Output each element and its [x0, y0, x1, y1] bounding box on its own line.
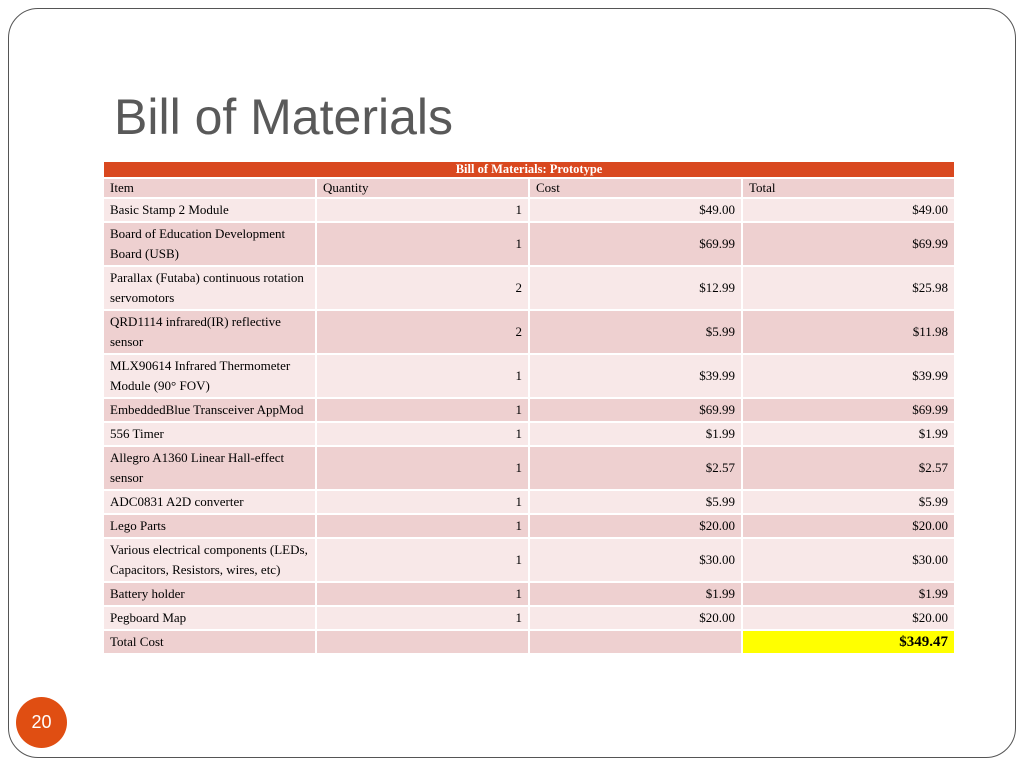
- cell-cost: $20.00: [530, 515, 741, 539]
- cell-total: $39.99: [743, 355, 955, 399]
- table-row: EmbeddedBlue Transceiver AppMod 1 $69.99 $6…: [104, 399, 955, 423]
- empty-cell: [530, 631, 741, 655]
- cell-item: EmbeddedBlue Transceiver AppMod: [104, 399, 315, 423]
- cell-quantity: 1: [317, 491, 528, 515]
- table-caption: Bill of Materials: Prototype: [104, 162, 955, 179]
- page-number: 20: [31, 712, 52, 732]
- table-row: Various electrical components (LEDs, Cap…: [104, 539, 955, 583]
- cell-item: MLX90614 Infrared Thermometer Module (90…: [104, 355, 315, 399]
- cell-quantity: 1: [317, 199, 528, 223]
- cell-total: $1.99: [743, 583, 955, 607]
- table-row: Battery holder 1 $1.99 $1.99: [104, 583, 955, 607]
- cell-total: $25.98: [743, 267, 955, 311]
- cell-cost: $69.99: [530, 223, 741, 267]
- cell-quantity: 1: [317, 355, 528, 399]
- table-row: MLX90614 Infrared Thermometer Module (90…: [104, 355, 955, 399]
- cell-total: $30.00: [743, 539, 955, 583]
- column-header-item: Item: [104, 179, 315, 199]
- cell-cost: $5.99: [530, 311, 741, 355]
- cell-item: Lego Parts: [104, 515, 315, 539]
- table-row: Board of Education Development Board (US…: [104, 223, 955, 267]
- cell-cost: $30.00: [530, 539, 741, 583]
- cell-cost: $2.57: [530, 447, 741, 491]
- page-number-badge: 20: [16, 697, 67, 748]
- table-row: Pegboard Map 1 $20.00 $20.00: [104, 607, 955, 631]
- cell-total: $49.00: [743, 199, 955, 223]
- cell-item: Pegboard Map: [104, 607, 315, 631]
- table-row: Lego Parts 1 $20.00 $20.00: [104, 515, 955, 539]
- cell-quantity: 2: [317, 311, 528, 355]
- cell-cost: $12.99: [530, 267, 741, 311]
- cell-item: Allegro A1360 Linear Hall-effect sensor: [104, 447, 315, 491]
- cell-quantity: 1: [317, 539, 528, 583]
- cell-item: Basic Stamp 2 Module: [104, 199, 315, 223]
- column-header-quantity: Quantity: [317, 179, 528, 199]
- empty-cell: [317, 631, 528, 655]
- total-row: Total Cost $349.47: [104, 631, 955, 655]
- cell-cost: $1.99: [530, 423, 741, 447]
- bom-table: Bill of Materials: Prototype Item Quanti…: [102, 162, 956, 655]
- cell-total: $69.99: [743, 399, 955, 423]
- cell-item: ADC0831 A2D converter: [104, 491, 315, 515]
- cell-quantity: 1: [317, 607, 528, 631]
- column-header-total: Total: [743, 179, 955, 199]
- cell-cost: $20.00: [530, 607, 741, 631]
- cell-cost: $39.99: [530, 355, 741, 399]
- table-row: 556 Timer 1 $1.99 $1.99: [104, 423, 955, 447]
- cell-quantity: 1: [317, 583, 528, 607]
- cell-total: $11.98: [743, 311, 955, 355]
- cell-total: $5.99: [743, 491, 955, 515]
- cell-cost: $1.99: [530, 583, 741, 607]
- cell-item: QRD1114 infrared(IR) reflective sensor: [104, 311, 315, 355]
- table-caption-row: Bill of Materials: Prototype: [104, 162, 955, 179]
- table-header-row: Item Quantity Cost Total: [104, 179, 955, 199]
- cell-total: $69.99: [743, 223, 955, 267]
- cell-item: Parallax (Futaba) continuous rotation se…: [104, 267, 315, 311]
- table-row: QRD1114 infrared(IR) reflective sensor 2 $…: [104, 311, 955, 355]
- cell-total: $20.00: [743, 607, 955, 631]
- cell-quantity: 1: [317, 223, 528, 267]
- cell-cost: $69.99: [530, 399, 741, 423]
- cell-cost: $49.00: [530, 199, 741, 223]
- total-cost-label: Total Cost: [104, 631, 315, 655]
- cell-quantity: 1: [317, 423, 528, 447]
- cell-total: $2.57: [743, 447, 955, 491]
- cell-quantity: 1: [317, 515, 528, 539]
- cell-total: $20.00: [743, 515, 955, 539]
- cell-quantity: 1: [317, 399, 528, 423]
- total-cost-value: $349.47: [743, 631, 955, 655]
- cell-total: $1.99: [743, 423, 955, 447]
- table-row: Basic Stamp 2 Module 1 $49.00 $49.00: [104, 199, 955, 223]
- column-header-cost: Cost: [530, 179, 741, 199]
- cell-item: Battery holder: [104, 583, 315, 607]
- cell-item: Board of Education Development Board (US…: [104, 223, 315, 267]
- table-row: ADC0831 A2D converter 1 $5.99 $5.99: [104, 491, 955, 515]
- table-row: Allegro A1360 Linear Hall-effect sensor 1…: [104, 447, 955, 491]
- cell-item: 556 Timer: [104, 423, 315, 447]
- cell-cost: $5.99: [530, 491, 741, 515]
- cell-item: Various electrical components (LEDs, Cap…: [104, 539, 315, 583]
- cell-quantity: 2: [317, 267, 528, 311]
- cell-quantity: 1: [317, 447, 528, 491]
- page-title: Bill of Materials: [114, 89, 453, 145]
- table-row: Parallax (Futaba) continuous rotation se…: [104, 267, 955, 311]
